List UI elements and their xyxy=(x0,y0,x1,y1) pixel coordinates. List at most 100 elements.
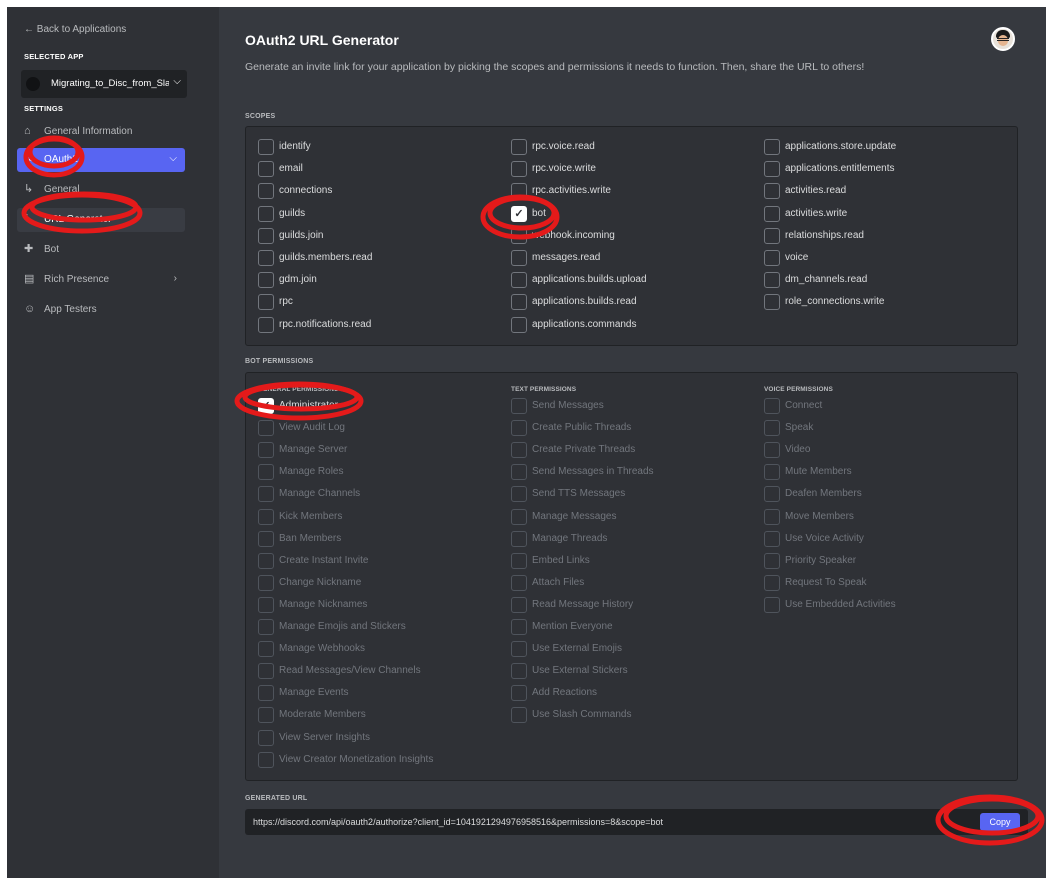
checkbox[interactable] xyxy=(511,552,527,569)
sidebar-item-url-generator[interactable]: ↳ URL Generator xyxy=(17,208,185,232)
checkbox[interactable] xyxy=(764,464,780,481)
checkbox[interactable] xyxy=(511,227,527,244)
checkbox[interactable] xyxy=(511,442,527,459)
checkbox[interactable] xyxy=(258,641,274,658)
checkbox[interactable] xyxy=(764,398,780,414)
checkbox[interactable] xyxy=(258,161,274,178)
bot-permissions-heading: BOT PERMISSIONS xyxy=(245,358,314,365)
checkbox[interactable] xyxy=(764,574,780,591)
checkbox[interactable] xyxy=(511,486,527,503)
sidebar-item-app-testers[interactable]: ☺ App Testers xyxy=(17,298,185,322)
checkbox-label: applications.entitlements xyxy=(785,163,895,175)
checkbox[interactable] xyxy=(511,139,527,155)
checkbox[interactable] xyxy=(258,183,274,200)
checkbox[interactable] xyxy=(258,227,274,244)
checkbox-label: Add Reactions xyxy=(532,687,598,699)
checkbox[interactable] xyxy=(258,707,274,724)
permission-column-heading: GENERAL PERMISSIONS xyxy=(258,386,339,393)
chevron-down-icon: ⌵ xyxy=(173,76,181,87)
checkbox[interactable] xyxy=(258,272,274,289)
app-avatar xyxy=(26,77,40,91)
sidebar-item-label: General Information xyxy=(44,126,133,137)
checkbox[interactable] xyxy=(258,250,274,266)
checkbox-checked[interactable]: ✓ xyxy=(258,398,274,414)
checkbox[interactable] xyxy=(511,464,527,481)
sidebar-item-oauth2-general[interactable]: ↳ General xyxy=(17,178,185,202)
sidebar-item-label: Bot xyxy=(44,244,60,255)
checkbox[interactable] xyxy=(511,685,527,702)
checkbox[interactable] xyxy=(511,619,527,635)
checkbox-label: voice xyxy=(785,252,809,263)
checkbox-label: Move Members xyxy=(785,510,854,522)
checkbox[interactable] xyxy=(258,442,274,459)
copy-button[interactable]: Copy xyxy=(980,813,1020,831)
checkbox[interactable] xyxy=(258,205,274,222)
checkbox[interactable] xyxy=(258,619,274,635)
checkbox[interactable] xyxy=(764,205,780,222)
checkbox[interactable] xyxy=(511,294,527,311)
sidebar-item-label: Rich Presence xyxy=(44,274,110,285)
checkbox[interactable] xyxy=(764,596,780,613)
checkbox[interactable] xyxy=(764,183,780,200)
checkbox[interactable] xyxy=(258,464,274,481)
checkbox[interactable] xyxy=(764,530,780,547)
checkbox[interactable] xyxy=(258,508,274,525)
checkbox[interactable] xyxy=(258,139,274,155)
checkbox[interactable] xyxy=(258,751,274,768)
checkbox-label: role_connections.write xyxy=(785,296,885,308)
back-to-applications-link[interactable]: ← Back to Applications xyxy=(24,24,126,35)
checkbox[interactable] xyxy=(511,707,527,724)
checkbox[interactable] xyxy=(258,294,274,311)
sidebar-item-rich-presence[interactable]: ▤ Rich Presence › xyxy=(17,268,185,292)
checkbox[interactable] xyxy=(511,316,527,333)
checkbox[interactable] xyxy=(258,316,274,333)
user-avatar[interactable] xyxy=(991,27,1015,51)
sidebar-item-oauth2[interactable]: ✎ OAuth2 ⌵ xyxy=(17,148,185,172)
checkbox[interactable] xyxy=(511,161,527,178)
checkbox[interactable] xyxy=(764,552,780,569)
checkbox[interactable] xyxy=(764,294,780,311)
sidebar-item-bot[interactable]: ✚ Bot xyxy=(17,238,185,262)
checkbox[interactable] xyxy=(764,442,780,459)
puzzle-icon: ✚ xyxy=(24,243,34,255)
checkbox[interactable] xyxy=(511,508,527,525)
checkbox-label: Send TTS Messages xyxy=(532,488,626,500)
checkbox[interactable] xyxy=(764,420,780,437)
checkbox[interactable] xyxy=(511,398,527,414)
checkbox[interactable] xyxy=(764,161,780,178)
checkbox-label: Manage Roles xyxy=(279,466,344,478)
checkbox[interactable] xyxy=(258,663,274,680)
checkbox[interactable] xyxy=(258,729,274,746)
checkbox[interactable] xyxy=(764,272,780,289)
generated-url-field[interactable]: https://discord.com/api/oauth2/authorize… xyxy=(245,809,1028,835)
checkbox[interactable] xyxy=(511,596,527,613)
sidebar-item-general-information[interactable]: ⌂ General Information xyxy=(17,120,185,144)
checkbox[interactable] xyxy=(764,250,780,266)
checkbox[interactable] xyxy=(258,596,274,613)
checkbox[interactable] xyxy=(511,663,527,680)
app-selector[interactable]: Migrating_to_Disc_from_Sla ⌵ xyxy=(21,70,187,98)
checkbox[interactable] xyxy=(511,574,527,591)
checkbox-label: Manage Messages xyxy=(532,510,617,522)
checkbox[interactable] xyxy=(258,486,274,503)
checkbox[interactable] xyxy=(764,139,780,155)
checkbox-label: activities.read xyxy=(785,185,847,197)
checkbox[interactable] xyxy=(511,420,527,437)
checkbox-label: Manage Events xyxy=(279,687,349,699)
checkbox[interactable] xyxy=(511,272,527,289)
checkbox[interactable] xyxy=(258,530,274,547)
checkbox[interactable] xyxy=(258,420,274,437)
checkbox[interactable] xyxy=(258,574,274,591)
checkbox[interactable] xyxy=(511,641,527,658)
checkbox[interactable] xyxy=(511,250,527,266)
checkbox[interactable] xyxy=(764,508,780,525)
checkbox[interactable] xyxy=(511,530,527,547)
checkbox[interactable] xyxy=(511,183,527,200)
checkbox[interactable] xyxy=(258,685,274,702)
checkbox-label: rpc.notifications.read xyxy=(279,318,372,330)
checkbox-checked[interactable]: ✓ xyxy=(511,205,527,222)
checkbox[interactable] xyxy=(258,552,274,569)
checkbox[interactable] xyxy=(764,227,780,244)
checkbox[interactable] xyxy=(764,486,780,503)
checkbox-label: guilds.members.read xyxy=(279,252,373,263)
